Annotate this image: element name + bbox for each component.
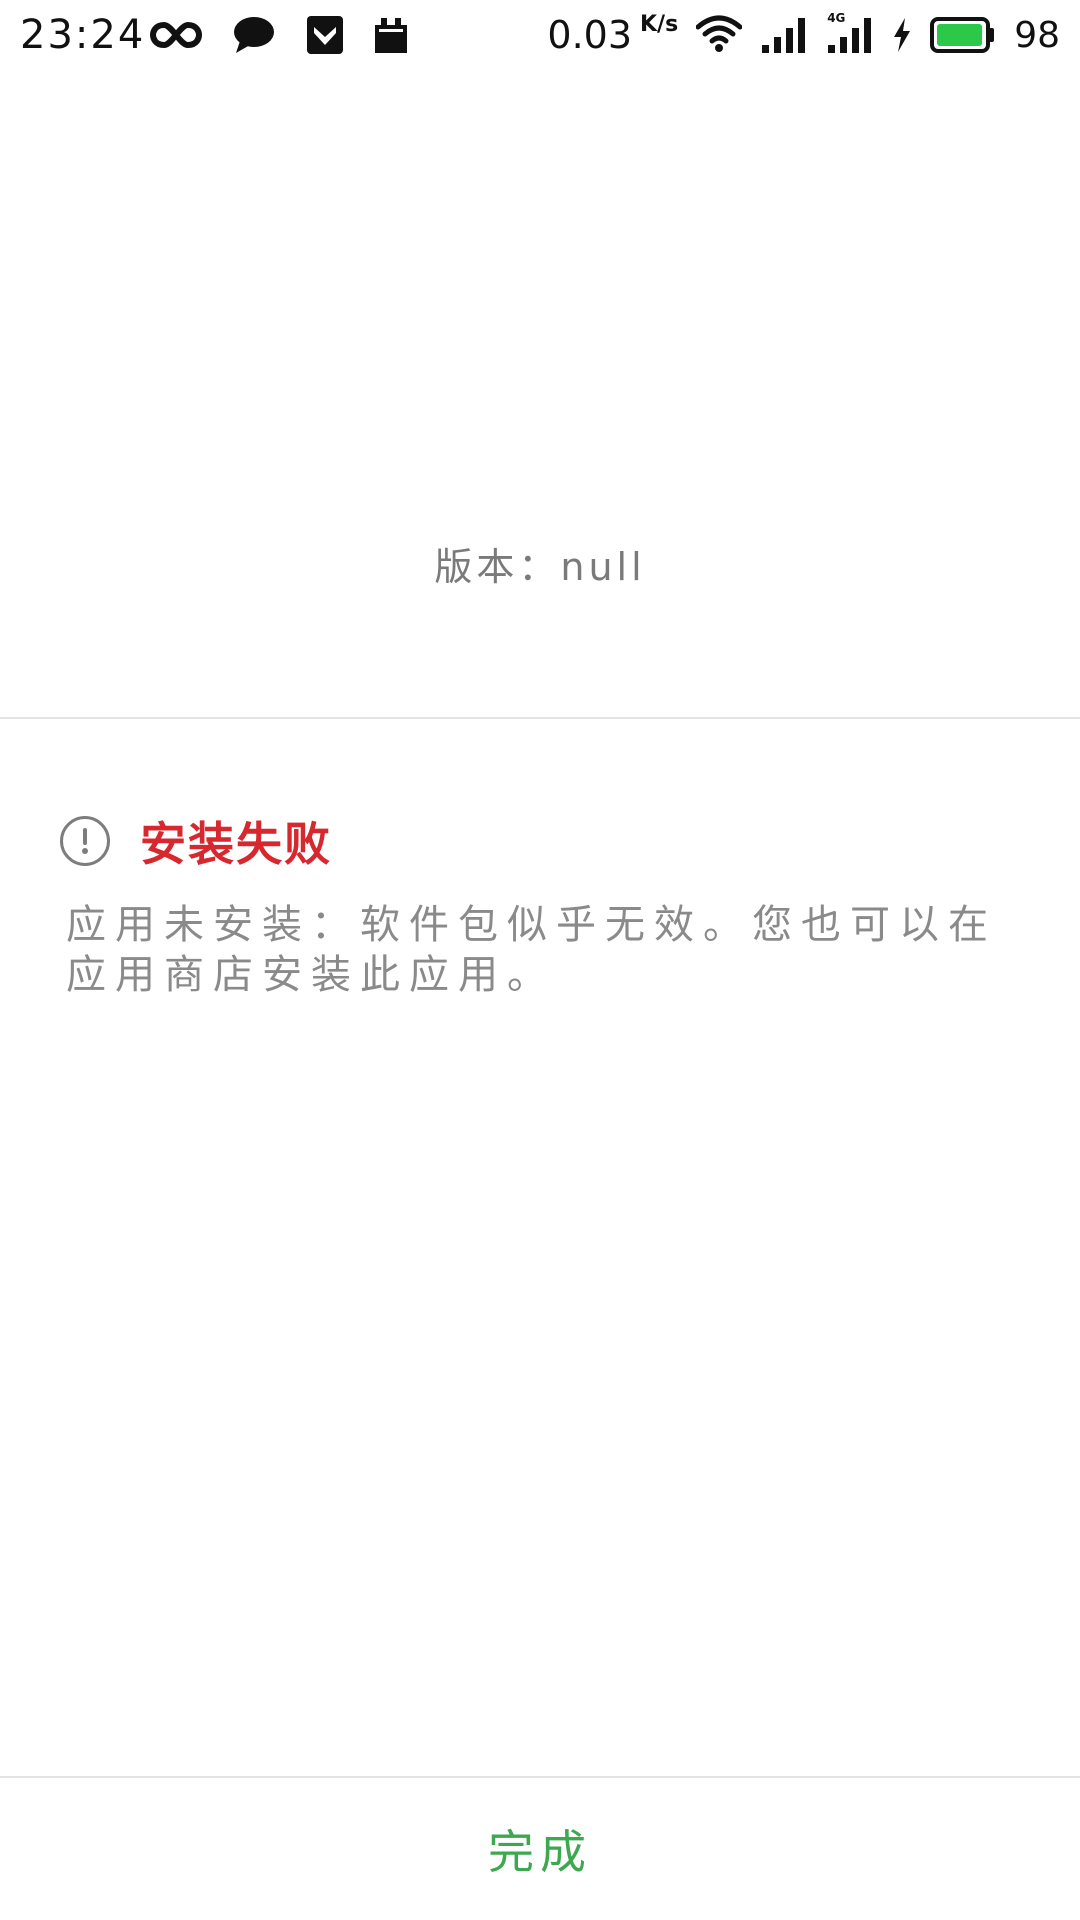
section-divider bbox=[0, 717, 1080, 719]
status-system-icons: 0.03 K/s 4G 98 bbox=[547, 10, 1060, 60]
status-notification-icons bbox=[150, 10, 408, 60]
calendar-icon bbox=[374, 15, 408, 55]
network-speed: 0.03 K/s bbox=[547, 12, 679, 58]
battery-level: 98 bbox=[1014, 14, 1060, 56]
install-result-header: 安装失败 bbox=[60, 808, 332, 874]
status-bar: 23:24 0.03 K/s 4G 98 bbox=[0, 0, 1080, 70]
app-version: 版本：null bbox=[0, 536, 1080, 591]
shield-icon bbox=[306, 15, 344, 55]
exclamation-circle-icon bbox=[60, 816, 110, 866]
signal-4g-icon: 4G bbox=[826, 11, 874, 55]
chat-bubble-icon bbox=[232, 15, 276, 55]
network-type-label: 4G bbox=[826, 11, 847, 25]
version-label: 版本： bbox=[434, 545, 561, 589]
battery-icon bbox=[930, 17, 996, 53]
status-time: 23:24 bbox=[20, 12, 146, 58]
install-failed-title: 安装失败 bbox=[140, 817, 332, 871]
network-speed-unit: K/s bbox=[640, 12, 679, 37]
signal-strength-icon bbox=[760, 15, 808, 55]
wifi-icon bbox=[696, 15, 743, 55]
install-failed-message: 应用未安装：软件包似乎无效。您也可以在应用商店安装此应用。 bbox=[66, 902, 997, 998]
done-button[interactable]: 完成 bbox=[0, 1778, 1080, 1920]
infinity-icon bbox=[150, 20, 202, 50]
charging-bolt-icon bbox=[892, 17, 912, 53]
network-speed-value: 0.03 bbox=[547, 13, 632, 57]
version-value: null bbox=[560, 545, 646, 589]
